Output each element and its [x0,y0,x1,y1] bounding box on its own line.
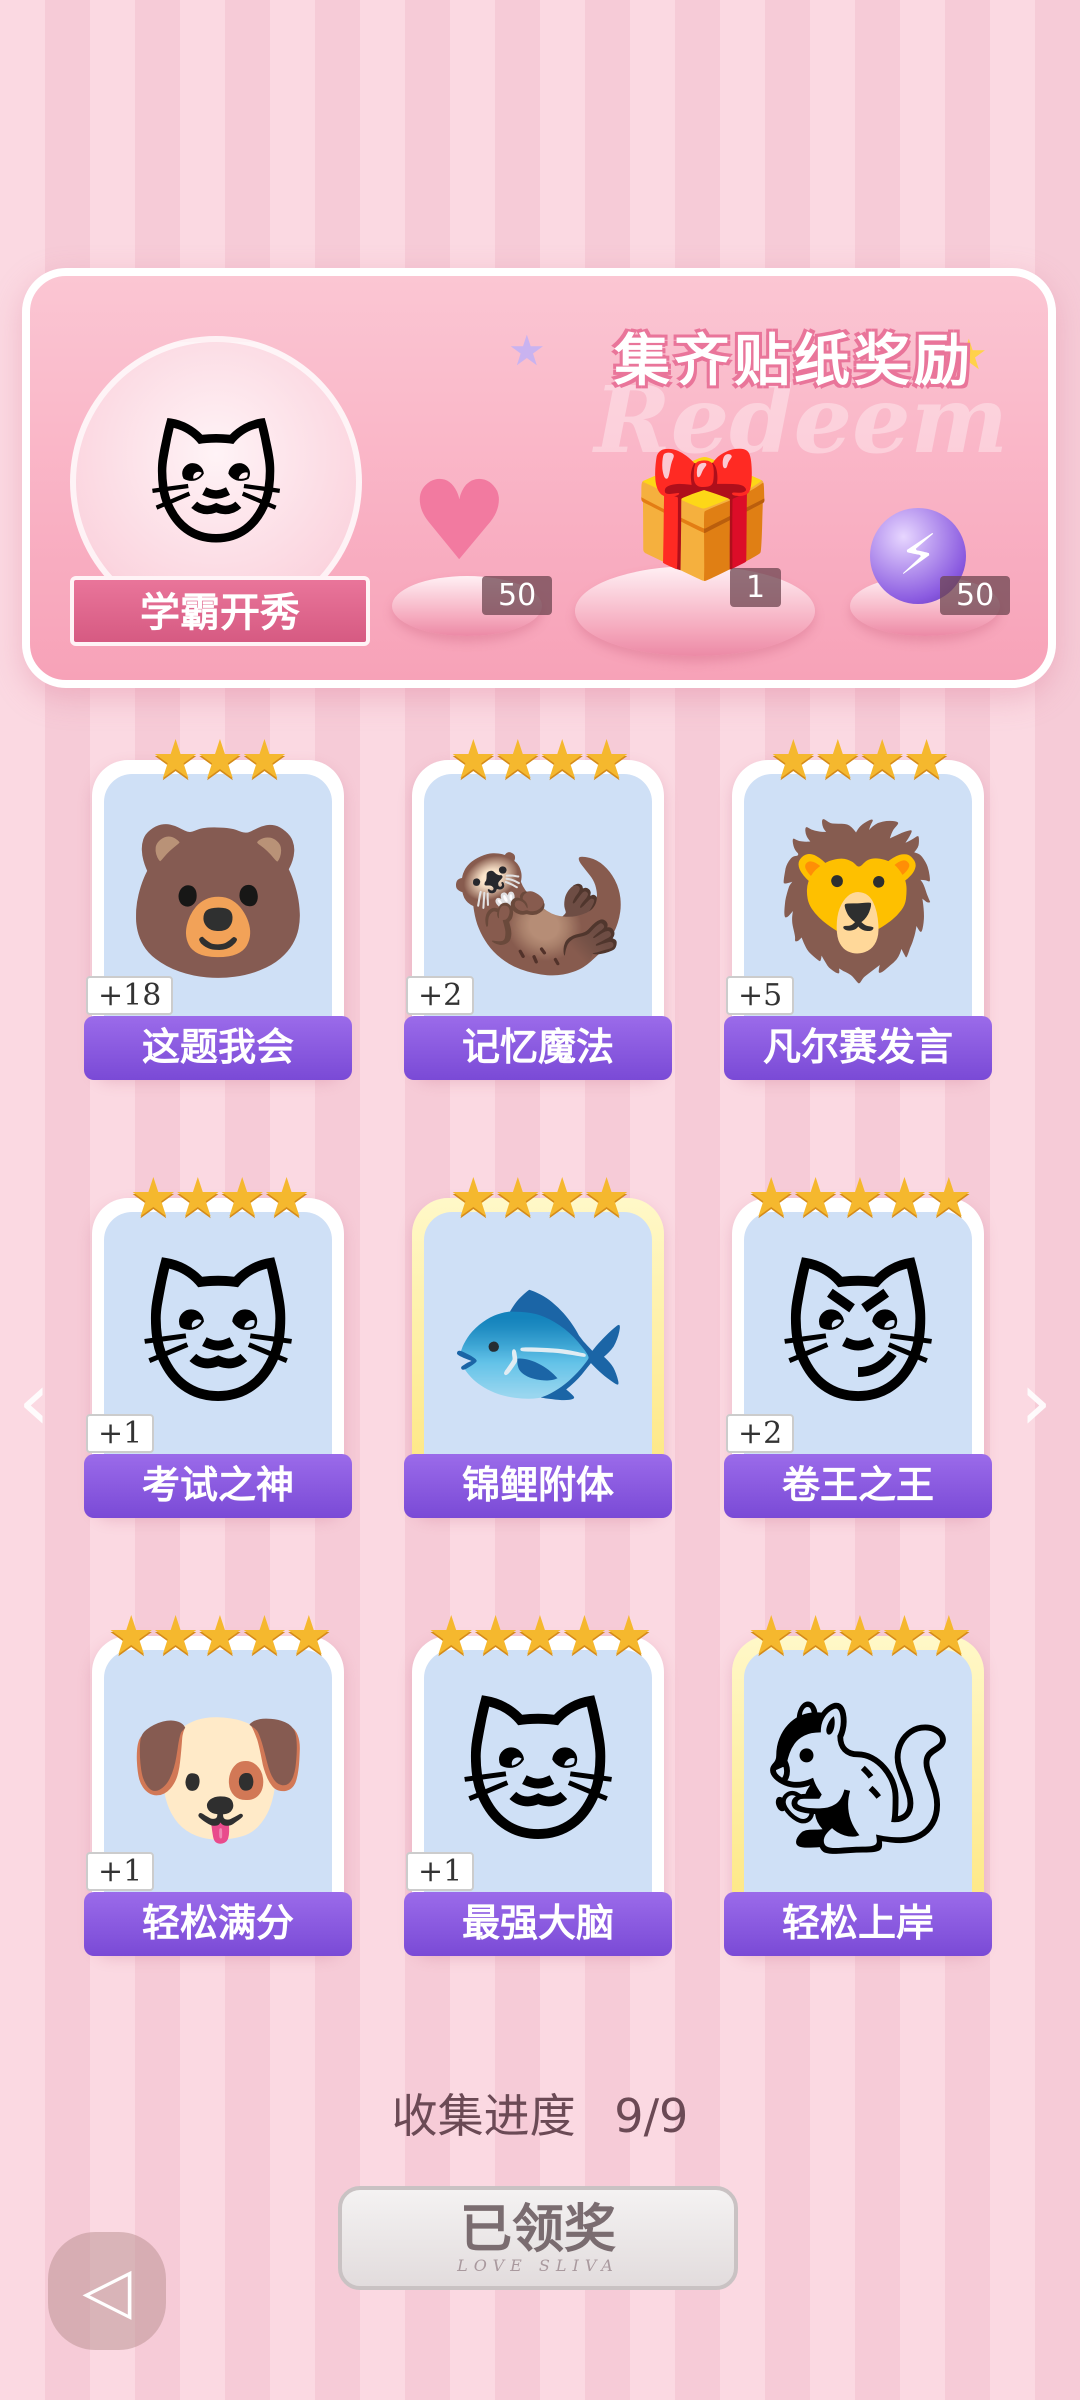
bear-koi-fish-icon: 🐟 [444,1253,632,1427]
card-name: 考试之神 [84,1454,352,1518]
star-rating: ★★★★ [449,1166,631,1229]
back-arrow-icon: ◁ [82,2254,132,2328]
card-count-badge: +18 [86,976,174,1015]
star-deco-icon: ★ [508,326,546,375]
pink-heart-gem-icon[interactable]: ♥ [410,466,509,576]
sticker-card[interactable]: 😼 ★★★★★ 卷王之王 +2 [724,1166,992,1534]
sticker-card[interactable]: 🐟 ★★★★ 锦鲤附体 [404,1166,672,1534]
card-name: 锦鲤附体 [404,1454,672,1518]
card-count-badge: +1 [406,1852,475,1891]
next-page-arrow-icon[interactable]: › [1020,1355,1052,1448]
studying-cat-icon: 😼 [779,1252,937,1426]
card-name: 最强大脑 [404,1892,672,1956]
card-name: 这题我会 [84,1016,352,1080]
banner-title: 集齐贴纸奖励 [614,329,974,394]
progress-label: 收集进度 [391,2089,576,2143]
star-rating: ★★★★ [449,728,631,791]
card-count-badge: +1 [86,1852,155,1891]
card-name: 凡尔赛发言 [724,1016,992,1080]
sticker-card[interactable]: 🐻 ★★★ 这题我会 +18 [84,728,352,1096]
sticker-card[interactable]: 🦦 ★★★★ 记忆魔法 +2 [404,728,672,1096]
sticker-card[interactable]: 🐱 ★★★★ 考试之神 +1 [84,1166,352,1534]
claimed-sublabel: LOVE SLIVA [457,2256,619,2275]
back-button[interactable]: ◁ [48,2232,166,2350]
star-rating: ★★★★★ [746,1166,973,1229]
prev-page-arrow-icon[interactable]: ‹ [18,1355,50,1448]
sticker-card[interactable]: 🐶 ★★★★★ 轻松满分 +1 [84,1604,352,1972]
reward-count: 50 [940,576,1011,615]
card-count-badge: +2 [406,976,475,1015]
sticker-ribbon: 学霸开秀 [70,576,370,646]
bear-at-desk-icon: 🐻 [124,815,312,989]
sticker-card[interactable]: 🦁 ★★★★ 凡尔赛发言 +5 [724,728,992,1096]
progress-value: 9/9 [614,2089,689,2143]
puppy-full-score-icon: 🐶 [124,1691,312,1865]
sticker-card[interactable]: 🐿 ★★★★★ 轻松上岸 [724,1604,992,1972]
collection-progress: 收集进度 9/9 [0,2080,1080,2146]
lion-microphone-icon: 🦁 [764,815,952,989]
card-count-badge: +5 [726,976,795,1015]
cat-documents-icon: 🐱 [148,412,284,564]
claimed-button[interactable]: 已领奖 LOVE SLIVA [338,2186,738,2290]
card-name: 轻松上岸 [724,1892,992,1956]
card-name: 记忆魔法 [404,1016,672,1080]
wizard-otter-icon: 🦦 [444,815,632,989]
sticker-card[interactable]: 🐱 ★★★★★ 最强大脑 +1 [404,1604,672,1972]
card-count-badge: +1 [86,1414,155,1453]
reward-count: 50 [482,576,553,615]
star-rating: ★★★ [151,728,288,791]
angel-cat-icon: 🐱 [139,1252,297,1426]
cat-documents-icon: 🐱 [459,1690,617,1864]
card-count-badge: +2 [726,1414,795,1453]
star-rating: ★★★★ [769,728,951,791]
reward-count: 1 [730,568,782,607]
star-rating: ★★★★ [129,1166,311,1229]
star-rating: ★★★★★ [106,1604,333,1667]
reward-banner: Redeem ★ ★ 集齐贴纸奖励 🐱 学霸开秀 ♥ 50 🎁 1 ⚡ 50 [22,268,1056,688]
graduate-squirrel-icon: 🐿 [762,1691,954,1865]
card-art: 🐿 [744,1650,972,1918]
card-art: 🐟 [424,1212,652,1480]
star-rating: ★★★★★ [426,1604,653,1667]
star-rating: ★★★★★ [746,1604,973,1667]
card-name: 轻松满分 [84,1892,352,1956]
gift-box-icon[interactable]: 🎁 [628,456,777,576]
card-name: 卷王之王 [724,1454,992,1518]
